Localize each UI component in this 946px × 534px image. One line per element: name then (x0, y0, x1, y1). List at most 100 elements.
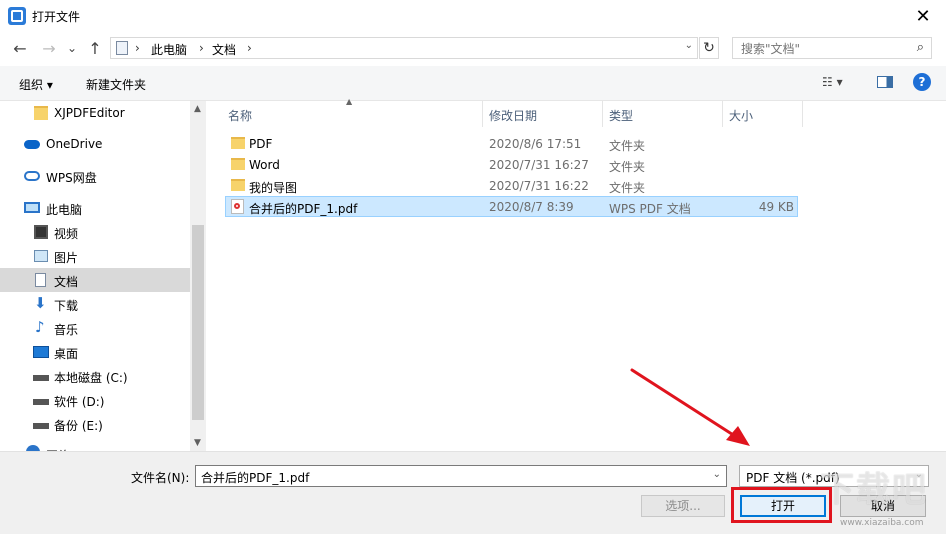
forward-arrow-icon[interactable]: → (40, 38, 58, 58)
file-type: WPS PDF 文档 (609, 202, 691, 216)
options-button[interactable]: 选项... (641, 495, 725, 517)
nav-item-pictures[interactable]: 图片 (0, 244, 190, 268)
nav-item-label: 备份 (E:) (54, 419, 103, 433)
address-bar[interactable]: › 此电脑 › 文档 › ⌄ (110, 37, 698, 59)
nav-item-drive-d[interactable]: 软件 (D:) (0, 388, 190, 412)
preview-pane-icon[interactable] (877, 76, 893, 88)
nav-item-label: 下载 (54, 299, 79, 313)
file-date: 2020/7/31 16:27 (489, 158, 589, 172)
computer-icon (24, 202, 40, 213)
file-name: Word (249, 158, 280, 172)
breadcrumb-separator[interactable]: › (135, 41, 140, 55)
document-icon (35, 273, 46, 287)
watermark-url: www.xiazaiba.com (840, 518, 924, 528)
up-arrow-icon[interactable]: ↑ (86, 38, 104, 58)
file-row[interactable]: Word 2020/7/31 16:27 文件夹 (225, 154, 798, 175)
nav-item-label: 音乐 (54, 323, 79, 337)
filename-input[interactable] (199, 467, 703, 487)
file-row-selected[interactable]: 合并后的PDF_1.pdf 2020/8/7 8:39 WPS PDF 文档 4… (225, 196, 798, 217)
music-icon: ♪ (35, 318, 45, 336)
file-row[interactable]: PDF 2020/8/6 17:51 文件夹 (225, 133, 798, 154)
command-toolbar: 组织 ▾ 新建文件夹 ☷ ▾ ? (0, 66, 946, 101)
file-name: 我的导图 (249, 181, 298, 195)
file-type: 文件夹 (609, 181, 646, 195)
organize-button[interactable]: 组织 ▾ (19, 76, 53, 93)
folder-icon (34, 106, 48, 120)
file-type: 文件夹 (609, 160, 646, 174)
back-arrow-icon[interactable]: ← (11, 38, 29, 58)
nav-item-label: 此电脑 (46, 203, 83, 217)
breadcrumb-documents[interactable]: 文档 (212, 41, 236, 58)
nav-item-this-pc[interactable]: 此电脑 (0, 196, 190, 220)
nav-item-desktop[interactable]: 桌面 (0, 340, 190, 364)
nav-item-label: XJPDFEditor (54, 106, 125, 120)
nav-item-documents[interactable]: 文档 (0, 268, 190, 292)
sort-ascending-icon: ▲ (346, 97, 353, 106)
nav-item-videos[interactable]: 视频 (0, 220, 190, 244)
this-pc-icon (116, 41, 128, 55)
recent-locations-icon[interactable]: ⌄ (63, 38, 81, 58)
file-type: 文件夹 (609, 139, 646, 153)
column-label: 修改日期 (489, 109, 538, 123)
nav-item-label: 图片 (54, 251, 79, 265)
nav-item-network[interactable]: 网络 (0, 442, 190, 451)
breadcrumb-separator[interactable]: › (247, 41, 252, 55)
help-icon[interactable]: ? (913, 73, 931, 91)
window-title: 打开文件 (32, 10, 81, 24)
folder-icon (231, 137, 245, 149)
filename-combobox[interactable]: ⌄ (195, 465, 727, 487)
nav-item-label: 文档 (54, 275, 79, 289)
nav-item-drive-e[interactable]: 备份 (E:) (0, 412, 190, 436)
drive-icon (33, 423, 49, 429)
column-label: 名称 (228, 109, 253, 123)
column-type[interactable]: 类型 (603, 101, 723, 127)
refresh-icon[interactable]: ↻ (699, 37, 719, 59)
column-size[interactable]: 大小 (723, 101, 803, 127)
file-size: 49 KB (758, 200, 794, 214)
nav-item-downloads[interactable]: ⬇ 下载 (0, 292, 190, 316)
nav-item-wps-cloud[interactable]: WPS网盘 (0, 164, 190, 188)
breadcrumb-separator[interactable]: › (199, 41, 204, 55)
drive-icon (33, 399, 49, 405)
scroll-up-icon[interactable]: ▲ (194, 104, 201, 114)
nav-item-onedrive[interactable]: OneDrive (0, 132, 190, 156)
navigation-pane: XJPDFEditor OneDrive WPS网盘 此电脑 视频 图片 文档 … (0, 101, 206, 451)
chevron-down-icon[interactable]: ⌄ (713, 469, 721, 480)
nav-scrollbar-thumb[interactable] (192, 225, 204, 420)
watermark-logo: 下载吧 (820, 470, 928, 510)
breadcrumb-this-pc[interactable]: 此电脑 (151, 41, 187, 58)
scroll-down-icon[interactable]: ▼ (194, 438, 201, 448)
nav-item-music[interactable]: ♪ 音乐 (0, 316, 190, 340)
filename-label: 文件名(N): (131, 471, 190, 485)
column-label: 大小 (729, 109, 754, 123)
folder-icon (231, 179, 245, 191)
file-row[interactable]: 我的导图 2020/7/31 16:22 文件夹 (225, 175, 798, 196)
search-icon[interactable]: ⌕ (917, 40, 924, 55)
app-icon (8, 7, 26, 25)
nav-item-label: 视频 (54, 227, 79, 241)
nav-item-xjpdfeditor[interactable]: XJPDFEditor (0, 101, 190, 125)
file-date: 2020/7/31 16:22 (489, 179, 589, 193)
nav-item-label: OneDrive (46, 137, 103, 151)
nav-item-label: 本地磁盘 (C:) (54, 371, 128, 385)
cloud-outline-icon (24, 171, 40, 181)
drive-c-icon (33, 375, 49, 381)
file-list-header: 名称 修改日期 类型 大小 (222, 101, 803, 127)
column-name[interactable]: 名称 (222, 101, 483, 127)
search-input[interactable] (739, 39, 913, 59)
file-date: 2020/8/6 17:51 (489, 137, 582, 151)
nav-item-label: WPS网盘 (46, 171, 97, 185)
column-label: 类型 (609, 109, 634, 123)
close-button[interactable]: ✕ (900, 0, 946, 32)
file-name: PDF (249, 137, 273, 151)
search-box[interactable]: ⌕ (732, 37, 932, 59)
nav-item-drive-c[interactable]: 本地磁盘 (C:) (0, 364, 190, 388)
view-options-button[interactable]: ☷ ▾ (822, 75, 843, 89)
column-date[interactable]: 修改日期 (483, 101, 603, 127)
download-icon: ⬇ (34, 294, 47, 312)
open-button-highlight (731, 487, 832, 523)
new-folder-button[interactable]: 新建文件夹 (86, 76, 146, 93)
pdf-file-icon (231, 199, 244, 214)
title-bar (0, 0, 946, 32)
chevron-down-icon[interactable]: ⌄ (685, 40, 693, 51)
